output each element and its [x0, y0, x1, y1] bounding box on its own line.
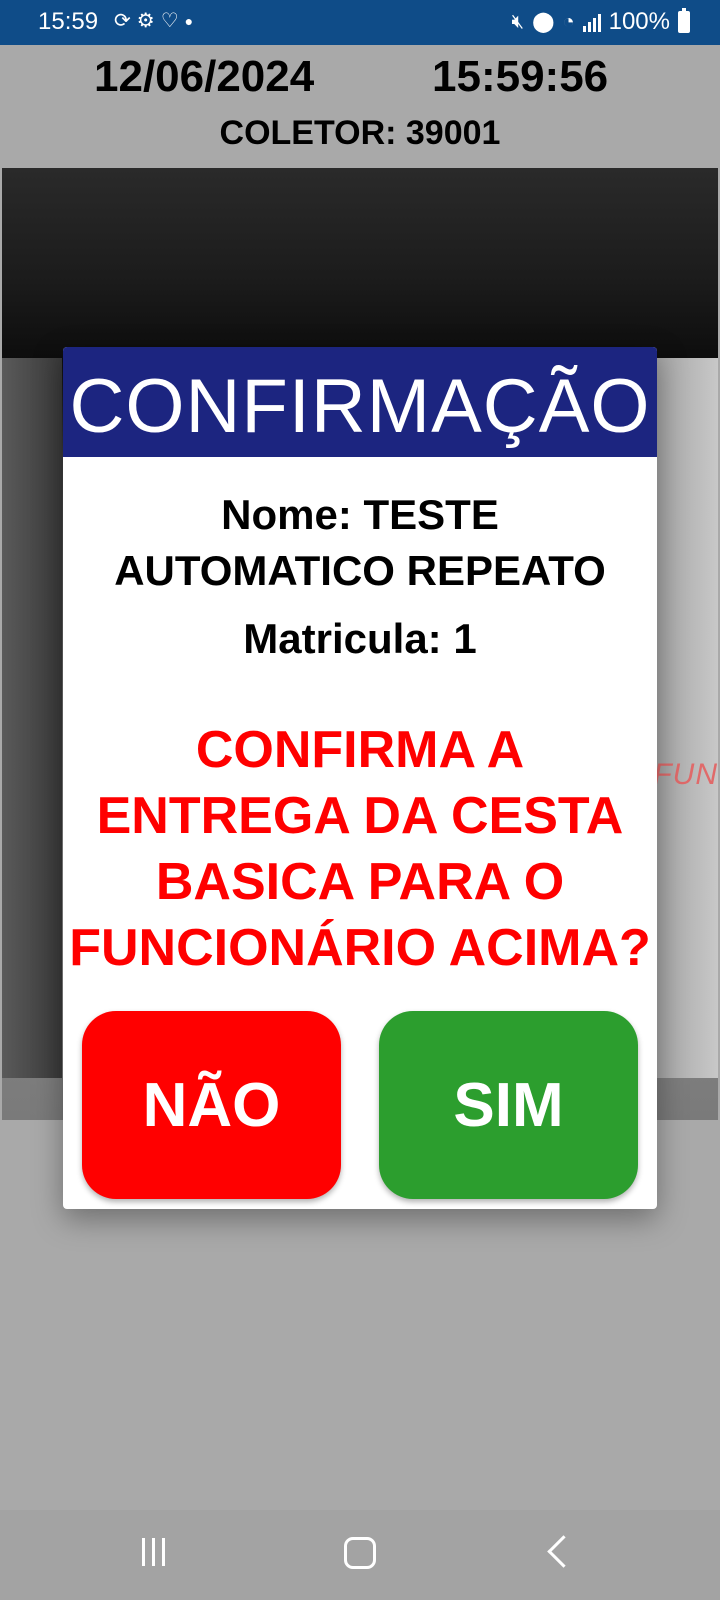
coletor-label: COLETOR: 39001	[219, 114, 501, 152]
time-display: 15:59:56	[432, 52, 609, 101]
navigation-bar	[0, 1510, 720, 1600]
battery-level: 100%	[608, 8, 670, 35]
status-time: 15:59	[38, 8, 99, 35]
mute-icon: 🔇︎	[511, 11, 525, 33]
back-icon[interactable]	[547, 1535, 580, 1568]
employee-name-line1: Nome: TESTE	[221, 491, 499, 538]
no-button-label: NÃO	[142, 1070, 281, 1140]
no-button[interactable]: NÃO	[82, 1011, 341, 1199]
confirmation-dialog: CONFIRMAÇÃO Nome: TESTE AUTOMATICO REPEA…	[63, 347, 657, 1209]
status-bar: 15:59 ⟳ ⚙ ♡ ● 🔇︎ ⬤ ◔ 100%	[0, 0, 720, 45]
question-line3: BASICA PARA O	[155, 853, 565, 911]
yes-button[interactable]: SIM	[379, 1011, 638, 1199]
location-icon: ⬤	[532, 11, 555, 33]
employee-name-line2: AUTOMATICO REPEATO	[114, 547, 606, 594]
recent-apps-icon[interactable]	[142, 1538, 165, 1566]
employee-name: Nome: TESTE AUTOMATICO REPEATO	[63, 487, 657, 599]
confirmation-question: CONFIRMA A ENTREGA DA CESTA BASICA PARA …	[63, 717, 657, 981]
battery-icon	[678, 8, 690, 33]
dot-icon: ●	[184, 13, 194, 29]
home-icon[interactable]	[344, 1537, 376, 1569]
dialog-title: CONFIRMAÇÃO	[63, 347, 657, 457]
question-line4: FUNCIONÁRIO ACIMA?	[69, 919, 651, 977]
status-icons-left: ⟳ ⚙ ♡ ●	[114, 7, 193, 35]
wifi-icon: ◔	[562, 11, 575, 33]
camera-scene-left	[2, 358, 62, 1078]
yes-button-label: SIM	[453, 1070, 564, 1140]
question-line2: ENTREGA DA CESTA	[96, 787, 624, 845]
signal-icon	[582, 12, 601, 32]
heart-icon: ♡	[160, 10, 179, 32]
question-line1: CONFIRMA A	[195, 721, 525, 779]
camera-scene-text: FUN	[653, 758, 718, 791]
status-icons-right: 🔇︎ ⬤ ◔ 100%	[512, 8, 690, 36]
date-display: 12/06/2024	[94, 52, 315, 101]
employee-matricula: Matricula: 1	[243, 615, 477, 662]
settings-icon: ⚙	[136, 10, 155, 32]
sync-icon: ⟳	[114, 10, 131, 32]
